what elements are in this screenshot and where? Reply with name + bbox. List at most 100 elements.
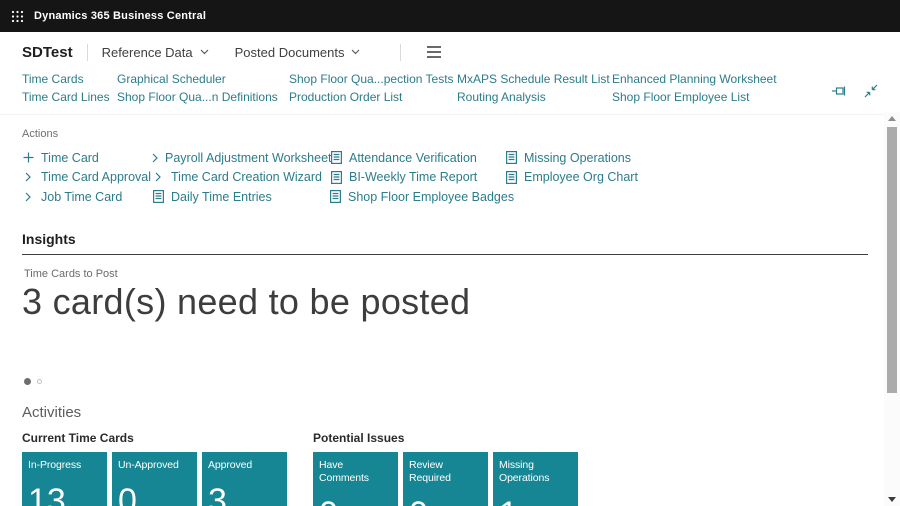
cue-groups: Current Time Cards In-Progress 13 Un-App… [22,431,868,506]
action-daily-time-entries[interactable]: Daily Time Entries [152,187,330,207]
insight-card-label: Time Cards to Post [22,268,868,280]
action-label: Time Card Approval [41,170,151,184]
nav-divider [87,44,88,61]
link-shop-floor-definitions[interactable]: Shop Floor Qua...n Definitions [117,90,289,108]
report-icon [152,190,164,203]
carousel-dot-active[interactable] [24,378,31,385]
report-icon [330,171,342,184]
cue-tile-missing-operations[interactable]: Missing Operations 1 [493,452,578,506]
report-icon [505,171,517,184]
scroll-down-arrow-icon[interactable] [888,497,896,502]
navigation-bar: SDTest Reference Data Posted Documents [0,32,900,72]
cue-label: Un-Approved [118,459,191,472]
header-tools [831,84,878,98]
action-time-card[interactable]: Time Card [22,148,152,168]
action-payroll-adjustment-worksheet[interactable]: Payroll Adjustment Worksheet [152,148,330,168]
cue-label: Missing Operations [499,459,572,485]
cue-label: In-Progress [28,459,101,472]
actions-grid: Time Card Time Card Approval Job Time Ca… [22,148,868,207]
action-label: Employee Org Chart [524,170,638,184]
cue-value: 0 [409,496,482,506]
scrollbar-thumb[interactable] [887,127,897,393]
role-center-content: Actions Time Card Time Card Approval Job… [0,114,900,506]
role-center-header: SDTest Reference Data Posted Documents T… [0,32,900,114]
link-shop-floor-employee-list[interactable]: Shop Floor Employee List [612,90,840,108]
insight-headline[interactable]: 3 card(s) need to be posted [22,282,868,322]
vertical-scrollbar[interactable] [884,112,900,506]
nav-menu-label: Reference Data [102,45,193,60]
action-bi-weekly-time-report[interactable]: BI-Weekly Time Report [330,168,505,188]
action-shop-floor-employee-badges[interactable]: Shop Floor Employee Badges [330,187,505,207]
insights-section-title: Insights [22,231,868,255]
chevron-down-icon [200,49,209,55]
cue-tile-in-progress[interactable]: In-Progress 13 [22,452,107,506]
chevron-right-icon [22,192,34,202]
nav-menu-posted-documents[interactable]: Posted Documents [235,45,361,60]
cue-tile-un-approved[interactable]: Un-Approved 0 [112,452,197,506]
action-label: BI-Weekly Time Report [349,170,477,184]
action-label: Attendance Verification [349,151,477,165]
cue-group-current-time-cards: Current Time Cards In-Progress 13 Un-App… [22,431,287,506]
insights-section: Insights Time Cards to Post 3 card(s) ne… [22,231,868,385]
role-center-page: Dynamics 365 Business Central SDTest Ref… [0,0,900,506]
link-mxaps-schedule-result-list[interactable]: MxAPS Schedule Result List [457,72,612,90]
action-job-time-card[interactable]: Job Time Card [22,187,152,207]
quick-links-grid: Time Cards Graphical Scheduler Shop Floo… [0,72,900,108]
cue-value: 13 [28,483,101,506]
action-attendance-verification[interactable]: Attendance Verification [330,148,505,168]
link-time-card-lines[interactable]: Time Card Lines [22,90,117,108]
action-label: Time Card [41,151,99,165]
app-launcher-waffle-icon[interactable] [0,0,34,32]
company-home-link[interactable]: SDTest [22,44,73,61]
action-employee-org-chart[interactable]: Employee Org Chart [505,168,638,188]
app-title[interactable]: Dynamics 365 Business Central [34,10,206,22]
link-shop-floor-inspection-tests[interactable]: Shop Floor Qua...pection Tests [289,72,457,90]
chevron-right-icon [22,172,34,182]
cue-tile-review-required[interactable]: Review Required 0 [403,452,488,506]
action-label: Shop Floor Employee Badges [348,190,514,204]
cue-value: 0 [319,496,392,506]
action-label: Missing Operations [524,151,631,165]
action-label: Payroll Adjustment Worksheet [165,151,332,165]
link-production-order-list[interactable]: Production Order List [289,90,457,108]
cue-label: Have Comments [319,459,392,485]
report-icon [330,151,342,164]
nav-menu-label: Posted Documents [235,45,345,60]
action-missing-operations[interactable]: Missing Operations [505,148,638,168]
carousel-dot[interactable] [37,379,42,384]
cue-group-name: Potential Issues [313,431,578,445]
cue-value: 3 [208,483,281,506]
action-label: Time Card Creation Wizard [171,170,322,184]
link-enhanced-planning-worksheet[interactable]: Enhanced Planning Worksheet [612,72,840,90]
chevron-down-icon [351,49,360,55]
chevron-right-icon [152,153,158,163]
action-time-card-approval[interactable]: Time Card Approval [22,168,152,188]
insights-carousel-pagination [22,378,868,385]
action-label: Daily Time Entries [171,190,272,204]
action-label: Job Time Card [41,190,122,204]
link-time-cards[interactable]: Time Cards [22,72,117,90]
cue-group-name: Current Time Cards [22,431,287,445]
collapse-icon[interactable] [864,84,878,98]
nav-menu-reference-data[interactable]: Reference Data [102,45,209,60]
actions-section-label: Actions [22,128,868,140]
cue-value: 0 [118,483,191,506]
unpin-icon[interactable] [831,85,848,97]
nav-divider [400,44,401,61]
report-icon [330,190,341,203]
cue-tile-approved[interactable]: Approved 3 [202,452,287,506]
app-header-bar: Dynamics 365 Business Central [0,0,900,32]
report-icon [505,151,517,164]
cue-tile-have-comments[interactable]: Have Comments 0 [313,452,398,506]
more-options-menu-icon[interactable] [427,46,441,58]
cue-label: Approved [208,459,281,472]
action-time-card-creation-wizard[interactable]: Time Card Creation Wizard [152,168,330,188]
cue-label: Review Required [409,459,482,485]
chevron-right-icon [152,172,164,182]
plus-icon [22,152,34,163]
waffle-icon [11,10,24,23]
cue-group-potential-issues: Potential Issues Have Comments 0 Review … [313,431,578,506]
scroll-up-arrow-icon[interactable] [888,116,896,121]
link-graphical-scheduler[interactable]: Graphical Scheduler [117,72,289,90]
link-routing-analysis[interactable]: Routing Analysis [457,90,612,108]
